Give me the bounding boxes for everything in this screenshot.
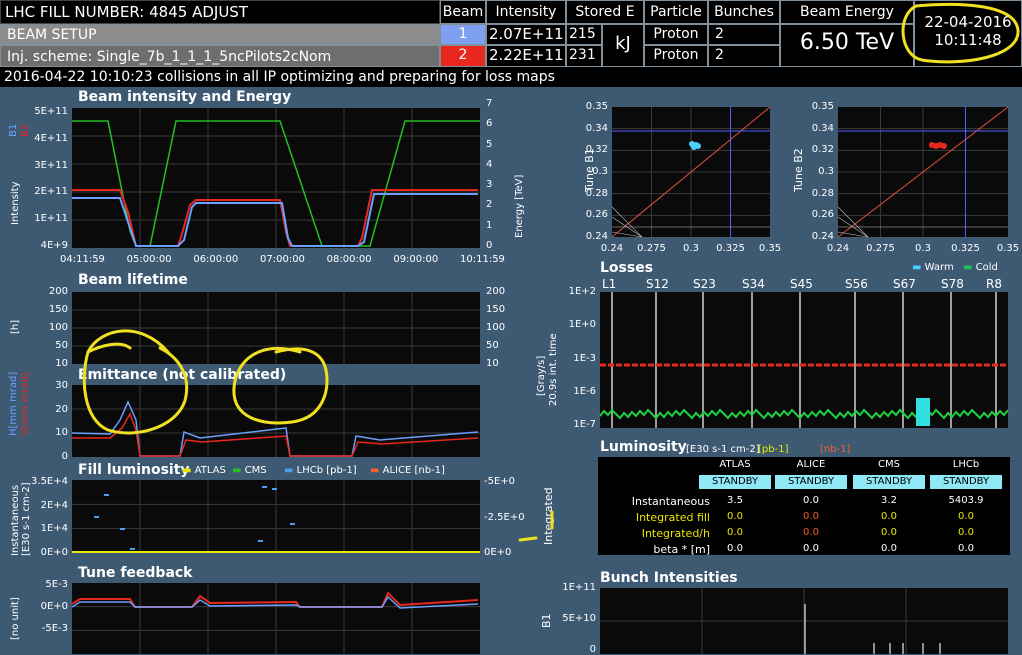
loss-spike — [916, 398, 930, 426]
lumi-point — [262, 486, 267, 488]
tune-b2-point — [941, 143, 947, 149]
lumi-point — [272, 488, 277, 490]
emittance-v-trace — [72, 412, 479, 457]
lumi-point — [94, 516, 99, 518]
lumi-point — [104, 494, 109, 496]
lumi-point — [120, 528, 125, 530]
lumi-point — [130, 548, 135, 550]
plot-traces — [71, 2, 1020, 654]
loss-noise — [599, 408, 1009, 420]
lumi-point — [290, 523, 295, 525]
tune-b1-point — [695, 143, 701, 149]
datetime-annotation-circle — [901, 2, 1020, 64]
annotation-tick — [518, 510, 554, 542]
lumi-point — [258, 540, 263, 542]
emittance-annotation-circle — [232, 346, 329, 425]
emittance-h-trace — [71, 400, 479, 457]
